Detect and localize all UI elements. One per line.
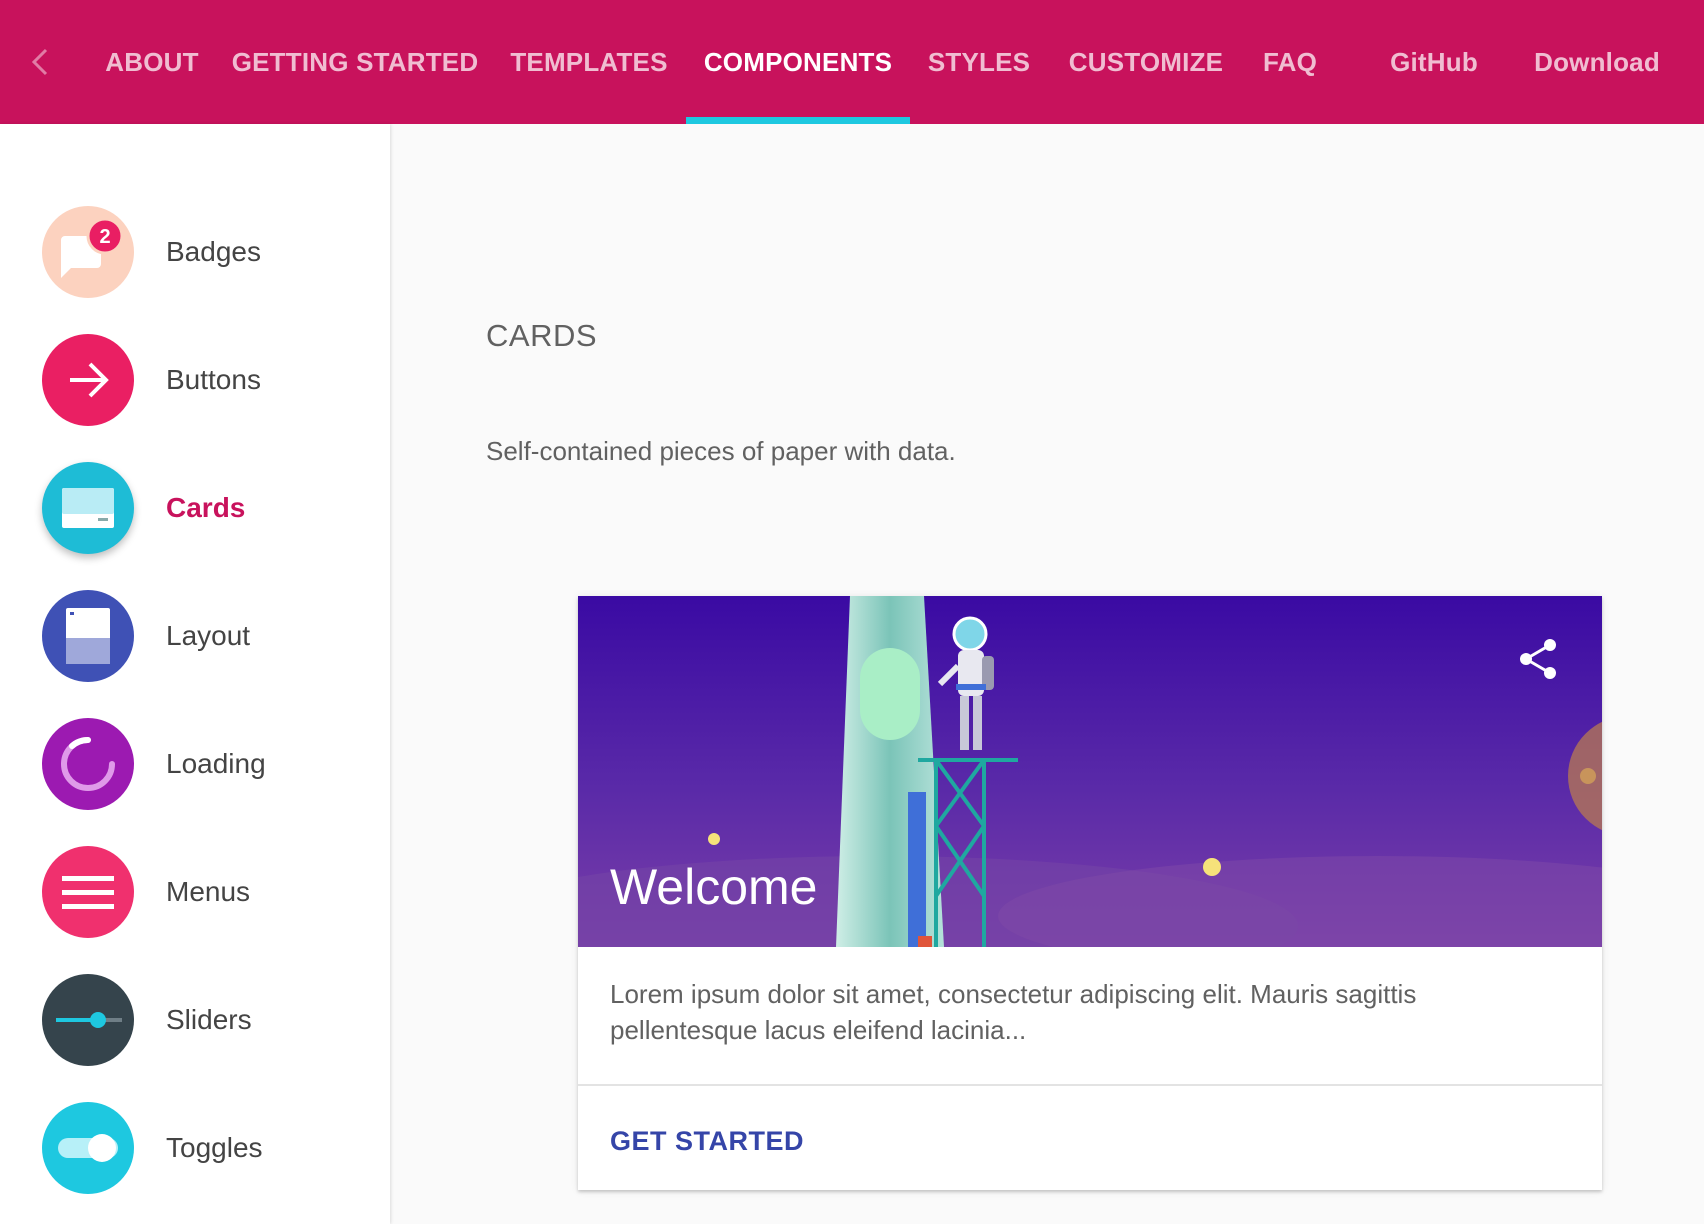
nav-tab-templates[interactable]: TEMPLATES <box>506 0 672 124</box>
nav-tab-styles[interactable]: STYLES <box>926 0 1032 124</box>
nav-tab-getting-started[interactable]: GETTING STARTED <box>232 0 478 124</box>
nav-tab-about[interactable]: ABOUT <box>96 0 208 124</box>
sidebar-item-loading[interactable]: Loading <box>0 714 390 814</box>
sidebar-item-label: Toggles <box>166 1132 263 1163</box>
card-divider <box>578 1084 1602 1086</box>
page-title: CARDS <box>486 318 598 353</box>
sidebar-item-label: Badges <box>166 236 261 267</box>
card-title: Welcome <box>610 859 818 915</box>
layout-icon <box>42 590 134 682</box>
badge-count: 2 <box>99 226 111 248</box>
toggle-icon <box>42 1102 134 1194</box>
sidebar-item-buttons[interactable]: Buttons <box>0 330 390 430</box>
top-navigation-bar: ABOUT GETTING STARTED TEMPLATES COMPONEN… <box>0 0 1704 124</box>
slider-icon <box>42 974 134 1066</box>
sidebar-item-toggles[interactable]: Toggles <box>0 1098 390 1198</box>
active-tab-indicator <box>686 117 910 124</box>
sidebar-item-label: Loading <box>166 748 266 779</box>
get-started-button[interactable]: GET STARTED <box>610 1116 804 1166</box>
sidebar-item-menus[interactable]: Menus <box>0 842 390 942</box>
sidebar-item-label: Cards <box>166 492 246 523</box>
menu-lines-icon <box>42 846 134 938</box>
sidebar: 2 Badges Buttons Cards Layout Loading Me… <box>0 124 390 1224</box>
share-icon[interactable] <box>1516 636 1562 682</box>
nav-link-github[interactable]: GitHub <box>1384 0 1484 124</box>
nav-tab-faq[interactable]: FAQ <box>1258 0 1322 124</box>
sidebar-item-layout[interactable]: Layout <box>0 586 390 686</box>
welcome-card: Welcome Lorem ipsum dolor sit amet, cons… <box>578 596 1602 1190</box>
sidebar-item-label: Menus <box>166 876 251 907</box>
page-description: Self-contained pieces of paper with data… <box>486 436 956 466</box>
card-supporting-text: Lorem ipsum dolor sit amet, consectetur … <box>610 979 1417 1045</box>
sidebar-item-label: Sliders <box>166 1004 252 1035</box>
nav-tab-components[interactable]: COMPONENTS <box>698 0 898 124</box>
arrow-right-icon <box>42 334 134 426</box>
sidebar-item-label: Buttons <box>166 364 261 395</box>
nav-link-download[interactable]: Download <box>1532 0 1662 124</box>
sidebar-item-badges[interactable]: 2 Badges <box>0 202 390 302</box>
card-icon <box>42 462 134 554</box>
chevron-left-icon[interactable] <box>26 44 54 80</box>
badge-chat-icon: 2 <box>42 206 134 298</box>
sidebar-item-cards[interactable]: Cards <box>0 458 390 558</box>
sidebar-item-label: Layout <box>166 620 251 651</box>
sidebar-item-sliders[interactable]: Sliders <box>0 970 390 1070</box>
card-media: Welcome <box>578 596 1602 947</box>
spinner-icon <box>42 718 134 810</box>
nav-tab-customize[interactable]: CUSTOMIZE <box>1066 0 1226 124</box>
